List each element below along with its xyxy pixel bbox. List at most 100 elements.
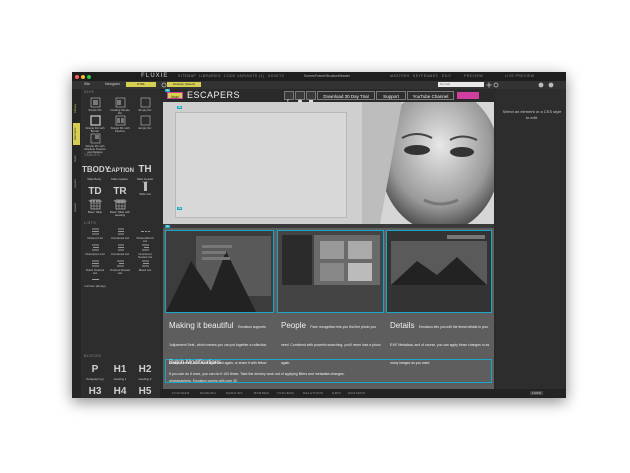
zoom-window-icon[interactable] <box>87 75 91 79</box>
minimize-window-icon[interactable] <box>81 75 85 79</box>
bottom-padding[interactable]: PADDING <box>200 391 216 395</box>
bottom-masters[interactable]: MASTERS <box>348 391 365 395</box>
nav-edit[interactable]: EDIT <box>442 74 452 78</box>
tile-glyph: CAPTION <box>107 168 134 174</box>
tile-paragraph[interactable]: P Paragraph (p) <box>84 359 106 381</box>
vtab-layers[interactable]: Layers <box>73 173 80 193</box>
tile-ordered-nested-list[interactable]: Ordered Nested List <box>109 259 131 275</box>
bottom-relations[interactable]: RELATIONS <box>303 391 323 395</box>
tile-empty-div[interactable]: Empty Div <box>134 97 156 112</box>
state-select[interactable]: Normal <box>438 82 484 87</box>
tile-unordered-list[interactable]: Unordered List <box>109 227 131 240</box>
nav-support[interactable]: Support <box>376 91 406 100</box>
tile-ordered-list[interactable]: Ordered List <box>84 227 106 240</box>
nav-masters[interactable]: MASTERS <box>390 74 410 78</box>
tile-div-flexbox[interactable]: Simple Div with Flexbox <box>109 115 131 133</box>
tile-list-item[interactable]: List Item (Empty) <box>84 275 106 288</box>
tile-heading-4[interactable]: H4 <box>109 381 131 398</box>
site-logo-badge[interactable]: logo <box>167 92 183 99</box>
tab-site[interactable]: Site <box>84 82 90 86</box>
document-title: ScreenFrameStructureMaster <box>304 74 351 78</box>
section-blocks: BLOCKS <box>84 354 102 358</box>
nav-variants[interactable]: VARIANTS (1) <box>237 74 264 78</box>
vtab-style[interactable]: Style <box>73 149 80 169</box>
selected-nav-highlight <box>457 92 479 99</box>
tile-glyph: H4 <box>113 386 127 397</box>
tile-description-list[interactable]: Description List <box>84 243 106 256</box>
nav-live-preview[interactable]: LIVE PREVIEW <box>505 74 535 78</box>
nav-download-trial[interactable]: Download 30 Day Trial <box>317 91 375 100</box>
columns-divider <box>163 224 494 228</box>
nav-assets[interactable]: ASSETS <box>268 74 284 78</box>
social-link-2[interactable] <box>295 91 305 104</box>
section-lists: LISTS <box>84 221 97 225</box>
design-canvas[interactable]: div logo ESCAPERS f Download 30 Day Tria… <box>163 89 494 389</box>
tile-table-col[interactable]: Table Col <box>134 181 156 196</box>
tab-navigator[interactable]: Navigator <box>105 82 120 86</box>
hero-text-area[interactable] <box>175 112 347 218</box>
tile-label: Simple Div with Flexbox <box>110 126 130 133</box>
breakpoint-tab[interactable]: Desktop (Select) <box>167 82 201 87</box>
tile-label: Empty Div <box>138 126 152 130</box>
tile-basic-table[interactable]: Basic Table <box>84 199 106 214</box>
tile-table-body[interactable]: TBODY Table Body <box>82 159 110 181</box>
tile-basic-table-heading[interactable]: Basic Table with Heading <box>109 199 131 217</box>
tile-unordered-list-2[interactable]: Unordered List <box>109 243 131 256</box>
tile-table-caption[interactable]: CAPTION Table Caption <box>107 159 134 181</box>
social-link-1[interactable]: f <box>284 91 294 106</box>
bottom-grid[interactable]: GRID <box>332 391 341 395</box>
refresh-icon[interactable] <box>493 82 499 88</box>
list-icon <box>91 260 99 267</box>
column-2-image[interactable] <box>277 230 384 313</box>
tile-dutch-ordered-list[interactable]: Dutch Ordered List <box>84 259 106 275</box>
site-name[interactable]: ESCAPERS <box>187 90 240 100</box>
html-tab[interactable]: HTML <box>126 82 156 87</box>
column-3-heading: Details <box>390 321 415 330</box>
nav-preview[interactable]: PREVIEW <box>464 74 483 78</box>
vtab-elements[interactable]: Elements <box>73 123 80 145</box>
zoom-level[interactable]: 100% <box>530 391 544 395</box>
bottom-founder[interactable]: FOUNDER <box>172 391 190 395</box>
nav-keyframes[interactable]: KEYFRAMES <box>413 74 438 78</box>
tile-empty-div-2[interactable]: Empty Div <box>134 115 156 130</box>
empty-selection-hint: Select an element or a CSS style to edit… <box>502 109 562 120</box>
list-icon <box>117 228 124 235</box>
section-divs: DIVS <box>84 90 95 94</box>
hero-portrait-image[interactable] <box>362 102 494 224</box>
settings-gear-icon[interactable] <box>161 82 167 88</box>
column-1-image[interactable] <box>165 230 274 313</box>
nav-code[interactable]: CODE <box>224 74 236 78</box>
vtab-assets[interactable]: Assets <box>73 197 80 217</box>
tile-floating-div[interactable]: Floating Simple Div <box>109 97 131 115</box>
tile-ordered-horiz-list[interactable]: Ordered/Horiz List <box>134 227 156 243</box>
bottom-toolbar[interactable]: TOOLBAR <box>277 391 294 395</box>
help-icon[interactable] <box>548 82 554 88</box>
nav-youtube[interactable]: YouTube Channel <box>407 91 454 100</box>
list-icon <box>91 244 99 251</box>
bottom-margins[interactable]: MARGINS <box>226 391 243 395</box>
add-icon[interactable] <box>486 82 492 88</box>
column-3-image[interactable] <box>386 230 492 313</box>
tile-heading-5[interactable]: H5 <box>134 381 156 398</box>
close-window-icon[interactable] <box>75 75 79 79</box>
tile-mixed-list[interactable]: Mixed List <box>134 259 156 272</box>
tile-heading-1[interactable]: H1 Heading 1 <box>109 359 131 381</box>
tile-unordered-nested-list[interactable]: Unordered Nested List <box>134 243 156 259</box>
social-link-3[interactable] <box>306 91 316 103</box>
vtab-library[interactable]: Library <box>73 97 80 119</box>
nav-sitemap[interactable]: SITEMAP <box>178 74 196 78</box>
nav-libraries[interactable]: LIBRARIES <box>199 74 221 78</box>
tile-div-border[interactable]: Simple Div with Border <box>84 115 106 133</box>
tile-glyph: TBODY <box>82 165 110 174</box>
div-tile-icon <box>90 133 100 144</box>
info-icon[interactable] <box>538 82 544 88</box>
bottom-border[interactable]: BORDER <box>254 391 269 395</box>
app-window: FLUXIE SITEMAP LIBRARIES CODE VARIANTS (… <box>72 72 566 398</box>
tile-simple-div[interactable]: Simple Div <box>84 97 106 112</box>
batch-heading[interactable]: Batch Modifications <box>169 360 221 366</box>
tile-div-absolute[interactable]: Simple Div with Absolute Position and Re… <box>84 133 106 154</box>
batch-body[interactable]: If you can do it once, you can do it 100… <box>169 372 345 376</box>
tile-heading-2[interactable]: H2 Heading 2 <box>134 359 156 381</box>
library-panel: Library Elements Style Layers Assets DIV… <box>72 89 160 398</box>
tile-heading-3[interactable]: H3 <box>84 381 106 398</box>
